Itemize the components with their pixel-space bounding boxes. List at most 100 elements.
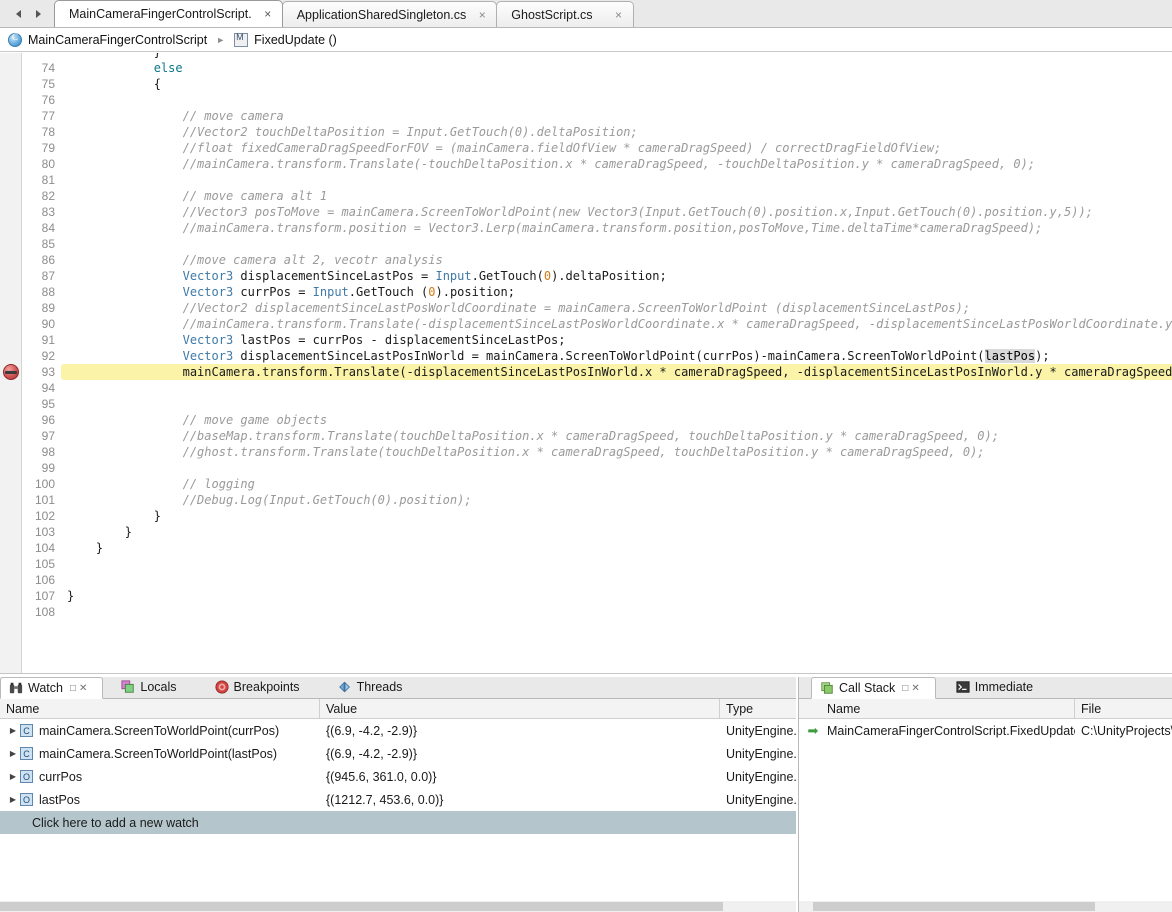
code-line[interactable]: 86 //move camera alt 2, vecotr analysis: [23, 252, 1172, 268]
code-line[interactable]: 104 }: [23, 540, 1172, 556]
watch-value-cell[interactable]: {(6.9, -4.2, -2.9)}: [320, 742, 720, 765]
tab-threads[interactable]: Threads: [330, 676, 415, 698]
watch-name-cell[interactable]: ▶OcurrPos: [0, 765, 320, 788]
tab-close-icon[interactable]: ×: [476, 9, 488, 21]
code-line[interactable]: 105: [23, 556, 1172, 572]
code-line[interactable]: 97 //baseMap.transform.Translate(touchDe…: [23, 428, 1172, 444]
tab-main-camera-finger-control-script[interactable]: MainCameraFingerControlScript. ×: [54, 0, 283, 27]
expand-triangle-icon[interactable]: ▶: [6, 795, 20, 804]
watch-value-cell[interactable]: {(6.9, -4.2, -2.9)}: [320, 719, 720, 742]
code-line[interactable]: 78 //Vector2 touchDeltaPosition = Input.…: [23, 124, 1172, 140]
column-header-name[interactable]: Name: [821, 699, 1075, 719]
expand-triangle-icon[interactable]: ▶: [6, 726, 20, 735]
scrollbar-thumb[interactable]: [0, 902, 723, 911]
watch-value-cell[interactable]: {(945.6, 361.0, 0.0)}: [320, 765, 720, 788]
breadcrumb-class-selector[interactable]: MainCameraFingerControlScript: [8, 33, 207, 47]
watch-expression-label: currPos: [39, 770, 82, 784]
tab-nav-back-icon[interactable]: [8, 3, 28, 25]
code-line[interactable]: 101 //Debug.Log(Input.GetTouch(0).positi…: [23, 492, 1172, 508]
breakpoint-icon[interactable]: [3, 364, 19, 380]
code-line[interactable]: 98 //ghost.transform.Translate(touchDelt…: [23, 444, 1172, 460]
scrollbar-thumb[interactable]: [813, 902, 1095, 911]
code-line[interactable]: 95: [23, 396, 1172, 412]
tab-watch[interactable]: Watch □✕: [0, 677, 103, 699]
code-line[interactable]: 79 //float fixedCameraDragSpeedForFOV = …: [23, 140, 1172, 156]
column-header-value[interactable]: Value: [320, 699, 720, 719]
code-line[interactable]: 100 // logging: [23, 476, 1172, 492]
tab-close-icon[interactable]: ×: [262, 8, 274, 20]
code-editor[interactable]: }74 else75 {7677 // move camera78 //Vect…: [0, 53, 1172, 673]
code-line[interactable]: 102 }: [23, 508, 1172, 524]
expand-triangle-icon[interactable]: ▶: [6, 749, 20, 758]
code-line-text: mainCamera.transform.Translate(-displace…: [61, 364, 1172, 380]
tab-locals[interactable]: Locals: [113, 676, 188, 698]
code-line[interactable]: 88 Vector3 currPos = Input.GetTouch (0).…: [23, 284, 1172, 300]
code-line[interactable]: 92 Vector3 displacementSinceLastPosInWor…: [23, 348, 1172, 364]
watch-type-cell: UnityEngine.V: [720, 719, 796, 742]
tab-call-stack[interactable]: Call Stack □✕: [811, 677, 936, 699]
code-line[interactable]: 93 mainCamera.transform.Translate(-displ…: [23, 364, 1172, 380]
watch-value-cell[interactable]: {(1212.7, 453.6, 0.0)}: [320, 788, 720, 811]
tab-label: GhostScript.cs: [511, 8, 602, 22]
code-line-text: }: [61, 588, 74, 604]
watch-panel-horizontal-scrollbar[interactable]: [0, 901, 796, 912]
tab-ghost-script[interactable]: GhostScript.cs ×: [496, 1, 633, 27]
pin-icon[interactable]: □: [70, 683, 79, 694]
code-line[interactable]: 85: [23, 236, 1172, 252]
panel-window-controls[interactable]: □✕: [902, 683, 922, 694]
line-number: 102: [23, 508, 61, 524]
code-line[interactable]: 74 else: [23, 60, 1172, 76]
code-line[interactable]: 99: [23, 460, 1172, 476]
column-header-file[interactable]: File: [1075, 699, 1172, 719]
code-line[interactable]: 89 //Vector2 displacementSinceLastPosWor…: [23, 300, 1172, 316]
watch-panel-tab-strip: Watch □✕ Locals Breakpoints: [0, 677, 796, 699]
code-line[interactable]: 90 //mainCamera.transform.Translate(-dis…: [23, 316, 1172, 332]
close-icon[interactable]: ✕: [911, 683, 922, 694]
column-header-type[interactable]: Type: [720, 699, 796, 719]
code-line[interactable]: 76: [23, 92, 1172, 108]
tab-application-shared-singleton[interactable]: ApplicationSharedSingleton.cs ×: [282, 1, 498, 27]
tab-immediate[interactable]: Immediate: [948, 676, 1045, 698]
code-line[interactable]: 91 Vector3 lastPos = currPos - displacem…: [23, 332, 1172, 348]
watch-name-cell[interactable]: ▶CmainCamera.ScreenToWorldPoint(currPos): [0, 719, 320, 742]
column-header-name[interactable]: Name: [0, 699, 320, 719]
table-row[interactable]: ▶CmainCamera.ScreenToWorldPoint(lastPos)…: [0, 742, 796, 765]
tab-close-icon[interactable]: ×: [613, 9, 625, 21]
editor-breakpoint-gutter[interactable]: [0, 53, 22, 673]
code-line[interactable]: 75 {: [23, 76, 1172, 92]
code-line[interactable]: 96 // move game objects: [23, 412, 1172, 428]
call-stack-horizontal-scrollbar[interactable]: [799, 901, 1172, 912]
table-row[interactable]: ▶OlastPos{(1212.7, 453.6, 0.0)}UnityEngi…: [0, 788, 796, 811]
tab-breakpoints[interactable]: Breakpoints: [207, 676, 312, 698]
code-line[interactable]: 80 //mainCamera.transform.Translate(-tou…: [23, 156, 1172, 172]
code-line[interactable]: 84 //mainCamera.transform.position = Vec…: [23, 220, 1172, 236]
call-stack-frame-name[interactable]: MainCameraFingerControlScript.FixedUpdat…: [821, 719, 1075, 742]
code-line[interactable]: 103 }: [23, 524, 1172, 540]
watch-name-cell[interactable]: ▶OlastPos: [0, 788, 320, 811]
table-row[interactable]: ▶CmainCamera.ScreenToWorldPoint(currPos)…: [0, 719, 796, 742]
code-line[interactable]: 106: [23, 572, 1172, 588]
line-number: 80: [23, 156, 61, 172]
breadcrumb-member-selector[interactable]: FixedUpdate (): [234, 33, 337, 47]
expand-triangle-icon[interactable]: ▶: [6, 772, 20, 781]
code-line[interactable]: 108: [23, 604, 1172, 620]
code-line[interactable]: 77 // move camera: [23, 108, 1172, 124]
table-row[interactable]: ▶OcurrPos{(945.6, 361.0, 0.0)}UnityEngin…: [0, 765, 796, 788]
code-line[interactable]: 82 // move camera alt 1: [23, 188, 1172, 204]
table-row[interactable]: ➡MainCameraFingerControlScript.FixedUpda…: [799, 719, 1172, 742]
code-line[interactable]: 81: [23, 172, 1172, 188]
pin-icon[interactable]: □: [902, 683, 911, 694]
code-line[interactable]: 107}: [23, 588, 1172, 604]
code-line[interactable]: 83 //Vector3 posToMove = mainCamera.Scre…: [23, 204, 1172, 220]
panel-window-controls[interactable]: □✕: [70, 683, 90, 694]
code-text-area[interactable]: }74 else75 {7677 // move camera78 //Vect…: [23, 53, 1172, 673]
tab-label: Breakpoints: [234, 680, 300, 694]
code-line[interactable]: }: [23, 53, 1172, 60]
code-line-text: {: [61, 76, 161, 92]
code-line[interactable]: 87 Vector3 displacementSinceLastPos = In…: [23, 268, 1172, 284]
add-new-watch-row[interactable]: Click here to add a new watch: [0, 811, 796, 834]
tab-nav-forward-icon[interactable]: [28, 3, 48, 25]
code-line[interactable]: 94: [23, 380, 1172, 396]
watch-name-cell[interactable]: ▶CmainCamera.ScreenToWorldPoint(lastPos): [0, 742, 320, 765]
close-icon[interactable]: ✕: [79, 683, 90, 694]
